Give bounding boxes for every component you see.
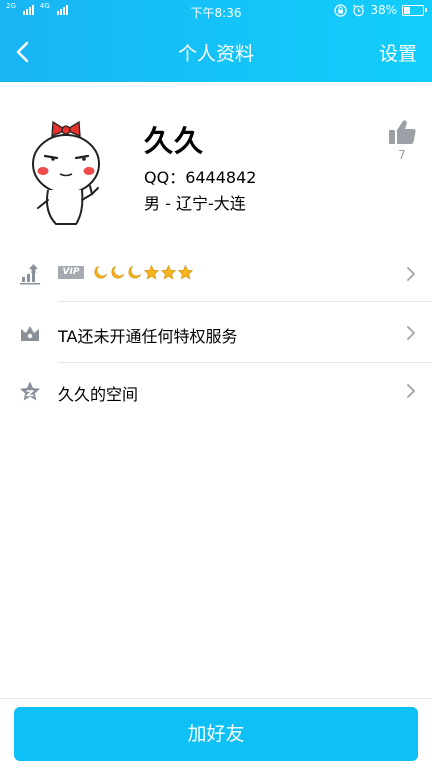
profile-card: 久久 QQ：6444842 男 - 辽宁-大连 7 — [0, 82, 432, 242]
qq-number: QQ：6444842 — [144, 168, 257, 187]
chevron-right-icon — [407, 267, 415, 281]
lock-rotation-icon — [334, 3, 348, 17]
divider — [58, 301, 432, 302]
alarm-icon — [353, 4, 365, 16]
footer-divider — [0, 698, 432, 699]
level-row[interactable]: VIP — [0, 245, 432, 303]
page-title: 个人资料 — [177, 43, 254, 65]
avatar[interactable] — [26, 116, 106, 228]
navbar: 个人资料 设置 — [0, 22, 432, 82]
qzone-star-icon — [20, 381, 40, 401]
privilege-crown-icon — [21, 326, 39, 341]
vip-badge: VIP — [58, 266, 84, 279]
like-count: 7 — [398, 148, 406, 162]
moon-level-icon — [128, 266, 141, 279]
space-label: 久久的空间 — [58, 385, 139, 404]
moon-level-icon — [111, 266, 124, 279]
star-level-icon — [144, 265, 159, 280]
profile-name: 久久 — [144, 124, 205, 158]
back-chevron-icon[interactable] — [8, 36, 40, 68]
chevron-right-icon — [407, 384, 415, 398]
header: 2G 4G 下午8:36 38% 个人资料 设置 — [0, 0, 432, 82]
star-level-icon — [178, 265, 193, 280]
status-right: 38% — [334, 3, 427, 17]
privilege-label: TA还未开通任何特权服务 — [58, 327, 238, 346]
thumbs-up-icon[interactable] — [386, 118, 418, 146]
space-row[interactable]: 久久的空间 — [0, 362, 432, 420]
privilege-row[interactable]: TA还未开通任何特权服务 — [0, 304, 432, 362]
star-level-icon — [161, 265, 176, 280]
chevron-right-icon — [407, 326, 415, 340]
gender-location: 男 - 辽宁-大连 — [144, 194, 246, 213]
level-up-icon — [20, 264, 40, 285]
battery-icon — [402, 4, 427, 16]
moon-level-icon — [94, 266, 107, 279]
add-friend-button[interactable]: 加好友 — [14, 707, 418, 761]
level-icons — [93, 265, 193, 280]
settings-button[interactable]: 设置 — [379, 39, 417, 66]
battery-percent: 38% — [370, 3, 397, 17]
status-bar: 2G 4G 下午8:36 38% — [0, 0, 432, 22]
